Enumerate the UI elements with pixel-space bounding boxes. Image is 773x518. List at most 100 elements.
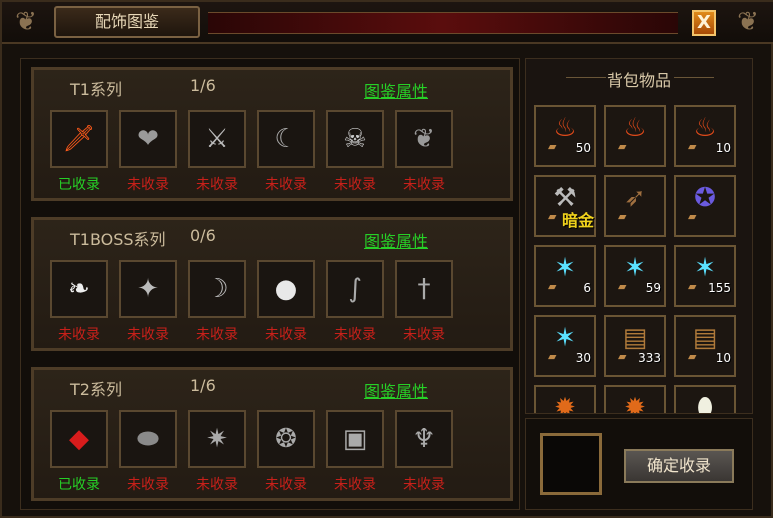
accessory-slot[interactable]: ❤: [119, 110, 177, 168]
series-name: T1系列: [70, 80, 122, 99]
accessory-slot[interactable]: 🗡: [50, 110, 108, 168]
chest-icon: ▰: [618, 140, 627, 153]
stone-icon: ⬬: [136, 424, 160, 454]
glow-orb-icon: ●: [274, 274, 298, 304]
red-gem-icon: ◆: [69, 424, 89, 454]
bag-item-slot[interactable]: ✪ ▰: [674, 175, 736, 237]
collection-status: 未收录: [403, 477, 445, 493]
bag-item-slot[interactable]: ▤ ▰ 333: [604, 315, 666, 377]
item-quantity: 155: [708, 281, 731, 295]
collection-status: 未收录: [127, 477, 169, 493]
series-panel: T1BOSS系列 0/6 图鉴属性 ❧ 未收录 ✦ 未收录 ☽ 未收录 ● 未收录 ∫ 未收录 † 未收录: [31, 217, 513, 351]
collection-status: 未收录: [127, 177, 169, 193]
series-name: T1BOSS系列: [70, 230, 166, 249]
close-button[interactable]: X: [692, 10, 716, 36]
collection-status: 未收录: [265, 327, 307, 343]
item-quantity: 333: [638, 351, 661, 365]
bag-item-slot[interactable]: ✶ ▰ 59: [604, 245, 666, 307]
collection-status: 未收录: [265, 177, 307, 193]
scepter-icon: †: [417, 274, 431, 304]
left-ornament-icon: ❦: [15, 7, 37, 37]
bag-item-slot[interactable]: ♨ ▰: [604, 105, 666, 167]
accessory-slot[interactable]: †: [395, 260, 453, 318]
collection-attributes-link[interactable]: 图鉴属性: [364, 78, 428, 102]
title-bar: ❦ 配饰图鉴 X ❦: [2, 2, 773, 44]
accessory-slot[interactable]: ⬬: [119, 410, 177, 468]
submit-panel: 确定收录: [525, 418, 753, 510]
serpent-icon: ∫: [348, 274, 362, 304]
chest-icon: ▰: [688, 210, 697, 223]
bag-item-slot[interactable]: ♨ ▰ 10: [674, 105, 736, 167]
collection-status: 未收录: [403, 177, 445, 193]
chest-icon: ▰: [618, 350, 627, 363]
bag-item-slot[interactable]: ✹▰: [604, 385, 666, 414]
fire-orb-icon: ✹: [554, 393, 576, 414]
armor-icon: ❂: [275, 424, 297, 454]
wood-pile-icon: ▤: [622, 323, 648, 353]
selected-item-slot[interactable]: [540, 433, 602, 495]
staff-icon: ✦: [137, 274, 159, 304]
bag-item-slot[interactable]: ⚒ ▰ 暗金: [534, 175, 596, 237]
item-quantity: 10: [715, 351, 731, 365]
accessory-slot[interactable]: ❦: [395, 110, 453, 168]
collection-attributes-link[interactable]: 图鉴属性: [364, 228, 428, 252]
crystal-star-icon: ✶: [554, 323, 576, 353]
heart-icon: ❤: [137, 124, 159, 154]
fire-orb-icon: ✹: [624, 393, 646, 414]
chest-icon: ▰: [618, 280, 627, 293]
bag-item-slot[interactable]: ⬮▰: [674, 385, 736, 413]
accessory-slot[interactable]: ∫: [326, 260, 384, 318]
bag-item-slot[interactable]: ♨ ▰ 50: [534, 105, 596, 167]
accessory-slot[interactable]: ❂: [257, 410, 315, 468]
item-quantity: 59: [645, 281, 661, 295]
accessory-slot[interactable]: ☾: [257, 110, 315, 168]
collection-status: 已收录: [58, 177, 100, 193]
bag-item-slot[interactable]: ✹▰: [534, 385, 596, 414]
accessory-slot[interactable]: ◆: [50, 410, 108, 468]
accessory-slot[interactable]: ✷: [188, 410, 246, 468]
collection-status: 未收录: [196, 177, 238, 193]
item-quantity: 6: [583, 281, 591, 295]
accessory-slot[interactable]: ☽: [188, 260, 246, 318]
chest-icon: ▰: [688, 280, 697, 293]
accessory-slot[interactable]: ♆: [395, 410, 453, 468]
item-quantity: 50: [575, 141, 591, 155]
bag-item-slot[interactable]: ✶ ▰ 30: [534, 315, 596, 377]
bag-item-slot[interactable]: ✶ ▰ 6: [534, 245, 596, 307]
series-panel: T1系列 1/6 图鉴属性 🗡 已收录 ❤ 未收录 ⚔ 未收录 ☾ 未收录 ☠ 未收录 ❦ 未收录: [31, 67, 513, 201]
skull-orb-icon: ☠: [343, 124, 367, 154]
item-quantity: 30: [575, 351, 591, 365]
collection-attributes-link[interactable]: 图鉴属性: [364, 378, 428, 402]
series-name: T2系列: [70, 380, 122, 399]
accessory-slot[interactable]: ✦: [119, 260, 177, 318]
bag-item-slot[interactable]: ▤ ▰ 10: [674, 315, 736, 377]
window-title: 配饰图鉴: [94, 12, 159, 31]
accessory-slot[interactable]: ●: [257, 260, 315, 318]
bag-item-slot[interactable]: ✶ ▰ 155: [674, 245, 736, 307]
accessory-slot[interactable]: ⚔: [188, 110, 246, 168]
series-progress: 1/6: [190, 376, 216, 395]
collection-list-panel: T1系列 1/6 图鉴属性 🗡 已收录 ❤ 未收录 ⚔ 未收录 ☾ 未收录 ☠ 未收录 ❦ 未收录 T1BOS…: [20, 58, 520, 510]
wooden-wing-icon: ➶: [624, 183, 646, 213]
collection-status: 未收录: [334, 177, 376, 193]
book-icon: ▣: [342, 424, 368, 454]
accessory-slot[interactable]: ❧: [50, 260, 108, 318]
spider-claw-icon: ✷: [206, 424, 228, 454]
idol-icon: ♆: [412, 424, 436, 454]
bag-title: 背包物品: [606, 71, 671, 90]
item-quality-tag: 暗金: [562, 211, 595, 230]
collection-status: 未收录: [196, 327, 238, 343]
accessory-slot[interactable]: ☠: [326, 110, 384, 168]
confirm-collect-button[interactable]: 确定收录: [624, 449, 734, 483]
purple-medal-icon: ✪: [694, 183, 716, 213]
bag-item-slot[interactable]: ➶ ▰: [604, 175, 666, 237]
chest-icon: ▰: [688, 350, 697, 363]
title-band: [208, 12, 678, 34]
red-potion-icon: ♨: [553, 113, 577, 143]
series-progress: 1/6: [190, 76, 216, 95]
collection-window: ❦ 配饰图鉴 X ❦ T1系列 1/6 图鉴属性 🗡 已收录 ❤ 未收录 ⚔ 未收录 ☾ 未收录 ☠ 未…: [0, 0, 773, 518]
accessory-slot[interactable]: ▣: [326, 410, 384, 468]
collection-status: 已收录: [58, 477, 100, 493]
wood-pile-icon: ▤: [692, 323, 718, 353]
crystal-star-icon: ✶: [624, 253, 646, 283]
